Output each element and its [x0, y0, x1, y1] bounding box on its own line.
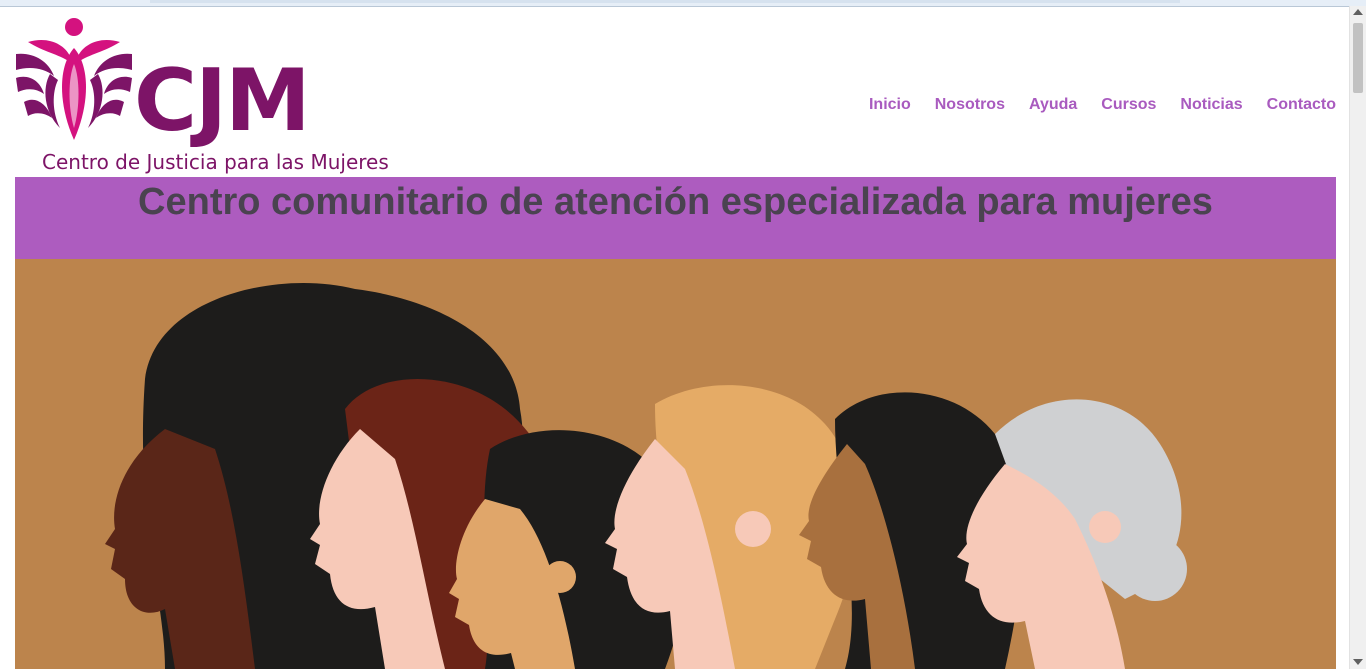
main-navigation: Inicio Nosotros Ayuda Cursos Noticias Co…	[869, 96, 1336, 114]
scroll-up-arrow-icon[interactable]	[1353, 9, 1363, 15]
browser-top-strip	[0, 0, 1366, 7]
nav-item-cursos[interactable]: Cursos	[1101, 96, 1156, 114]
scroll-down-arrow-icon[interactable]	[1353, 659, 1363, 665]
hero-image	[15, 259, 1336, 669]
browser-tab-line	[150, 0, 1180, 3]
site-logo[interactable]: CJM Centro de Justicia para las Mujeres	[14, 18, 389, 176]
nav-item-ayuda[interactable]: Ayuda	[1029, 96, 1077, 114]
nav-item-contacto[interactable]: Contacto	[1267, 96, 1336, 114]
hero-banner: Centro comunitario de atención especiali…	[15, 177, 1336, 259]
logo-letters: CJM	[134, 51, 311, 151]
nav-item-inicio[interactable]: Inicio	[869, 96, 911, 114]
nav-item-noticias[interactable]: Noticias	[1180, 96, 1242, 114]
butterfly-woman-icon	[16, 18, 132, 140]
logo-tagline: Centro de Justicia para las Mujeres	[42, 150, 389, 174]
nav-item-nosotros[interactable]: Nosotros	[935, 96, 1005, 114]
diverse-women-profiles-illustration	[15, 259, 1336, 669]
scroll-thumb[interactable]	[1353, 23, 1363, 93]
banner-title: Centro comunitario de atención especiali…	[138, 181, 1213, 223]
page-scrollbar[interactable]	[1349, 6, 1366, 669]
